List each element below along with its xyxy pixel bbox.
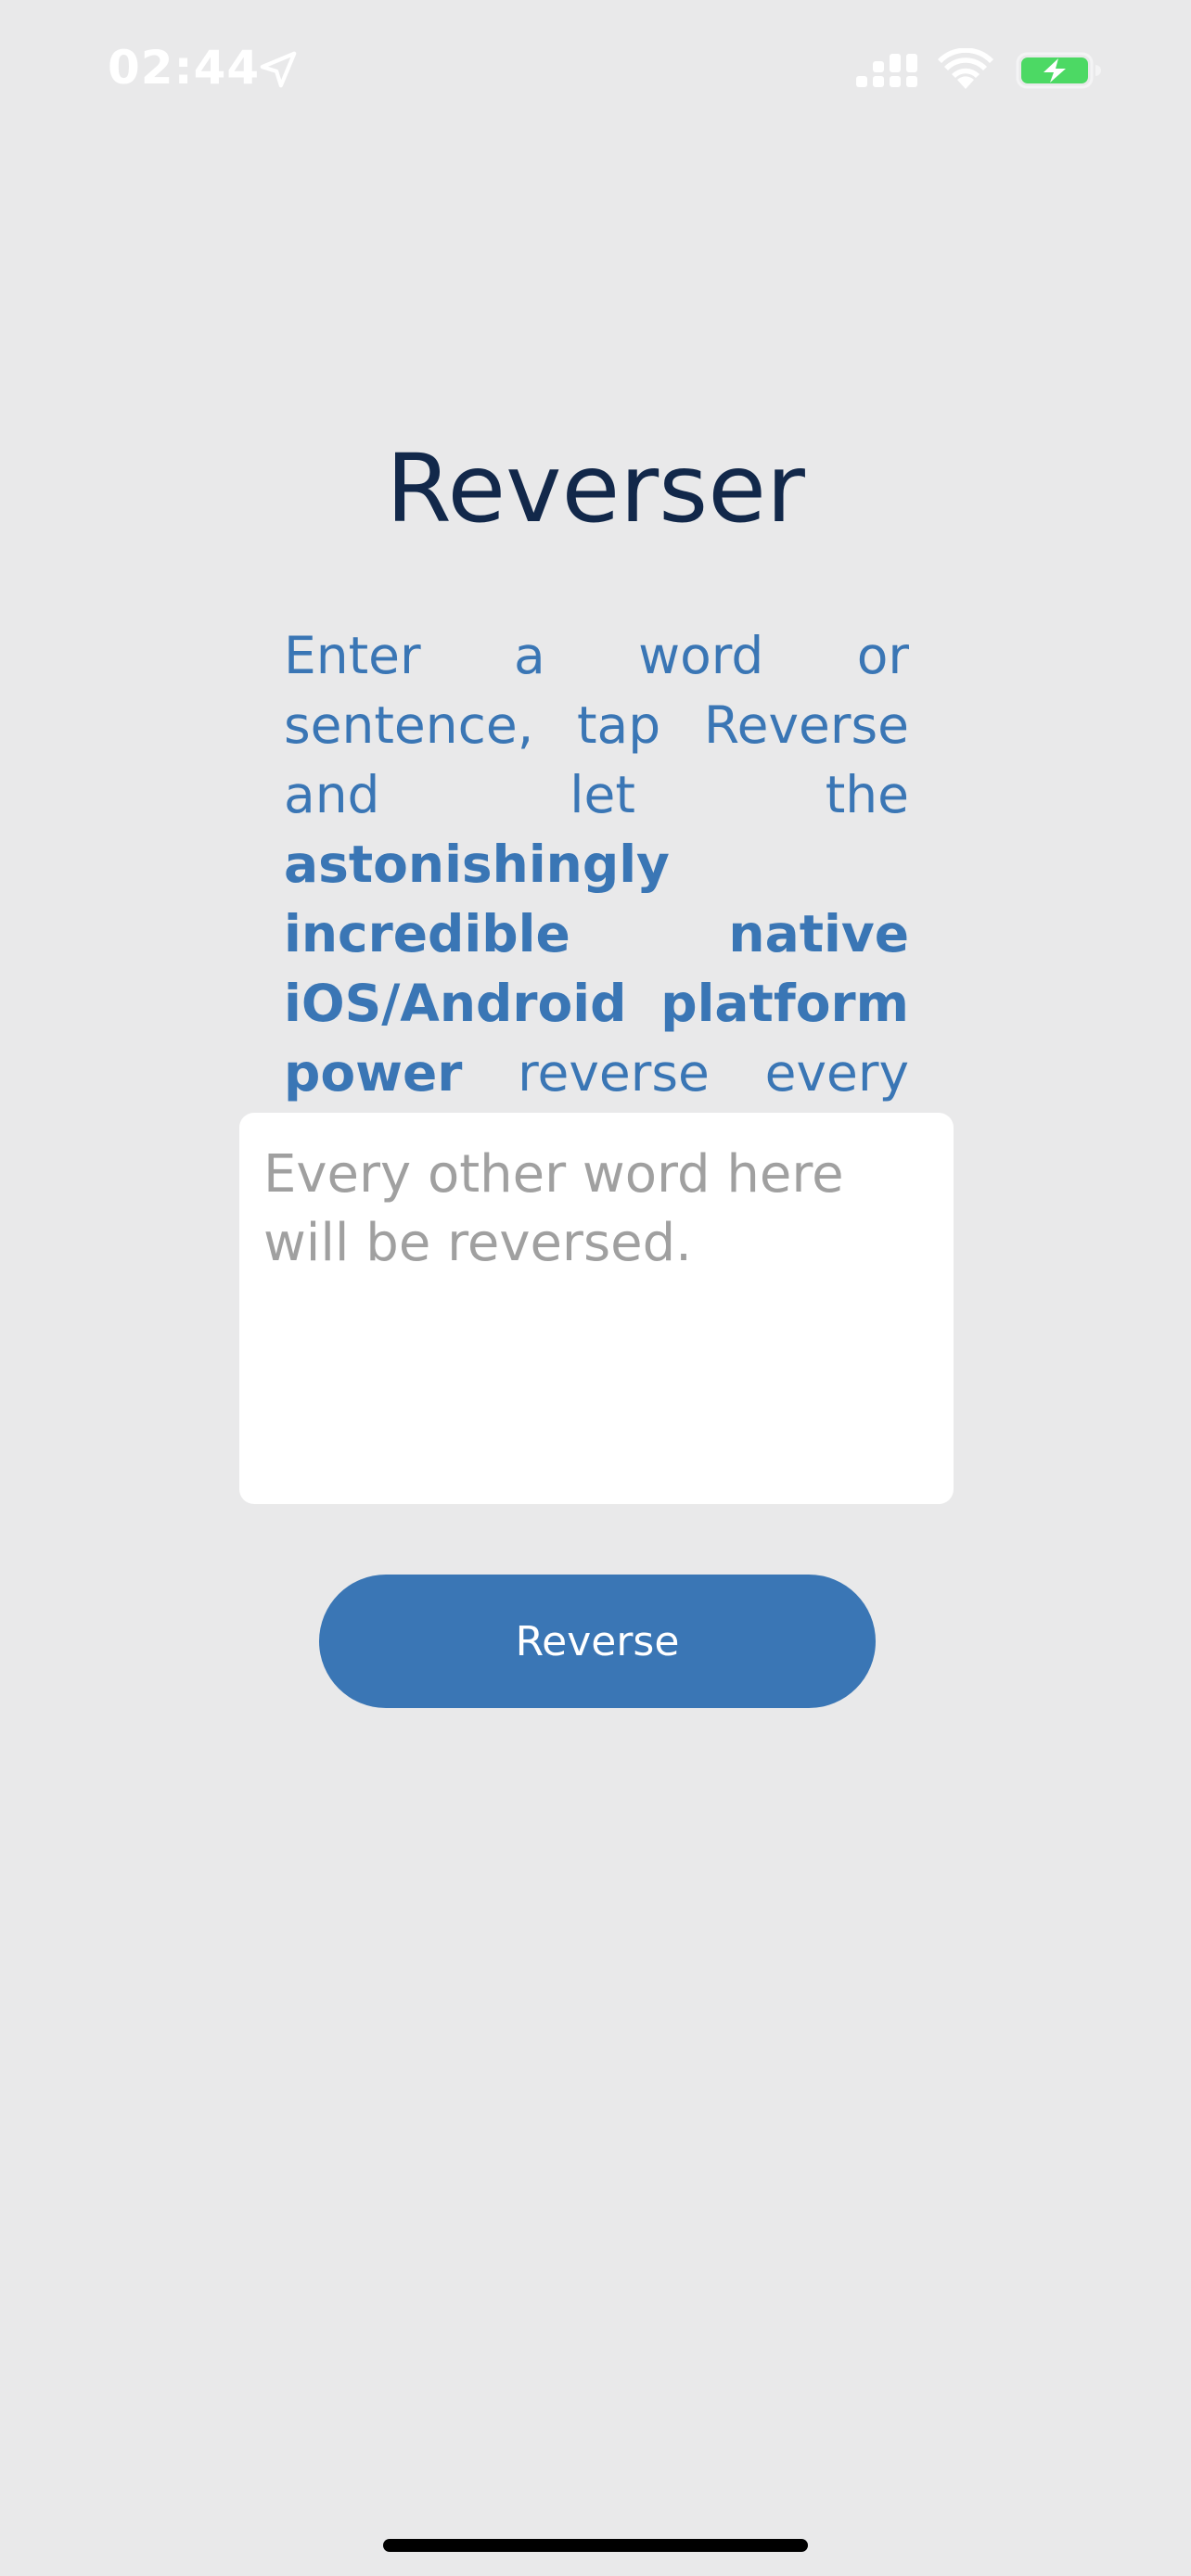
cellular-signal-icon <box>856 54 917 87</box>
location-arrow-icon <box>260 51 297 88</box>
wifi-icon <box>938 48 993 89</box>
app-title: Reverser <box>386 434 805 544</box>
status-bar: 02:44 <box>0 0 1191 139</box>
home-indicator[interactable] <box>383 2539 808 2552</box>
sentence-input[interactable] <box>239 1113 954 1504</box>
battery-charging-icon <box>1016 52 1101 89</box>
reverse-button[interactable]: Reverse <box>319 1575 876 1708</box>
app-description: Enter a word or sentence, tap Reverse an… <box>284 621 909 1178</box>
description-text-start: Enter a word or sentence, tap Reverse an… <box>284 626 909 824</box>
status-time: 02:44 <box>108 41 261 95</box>
